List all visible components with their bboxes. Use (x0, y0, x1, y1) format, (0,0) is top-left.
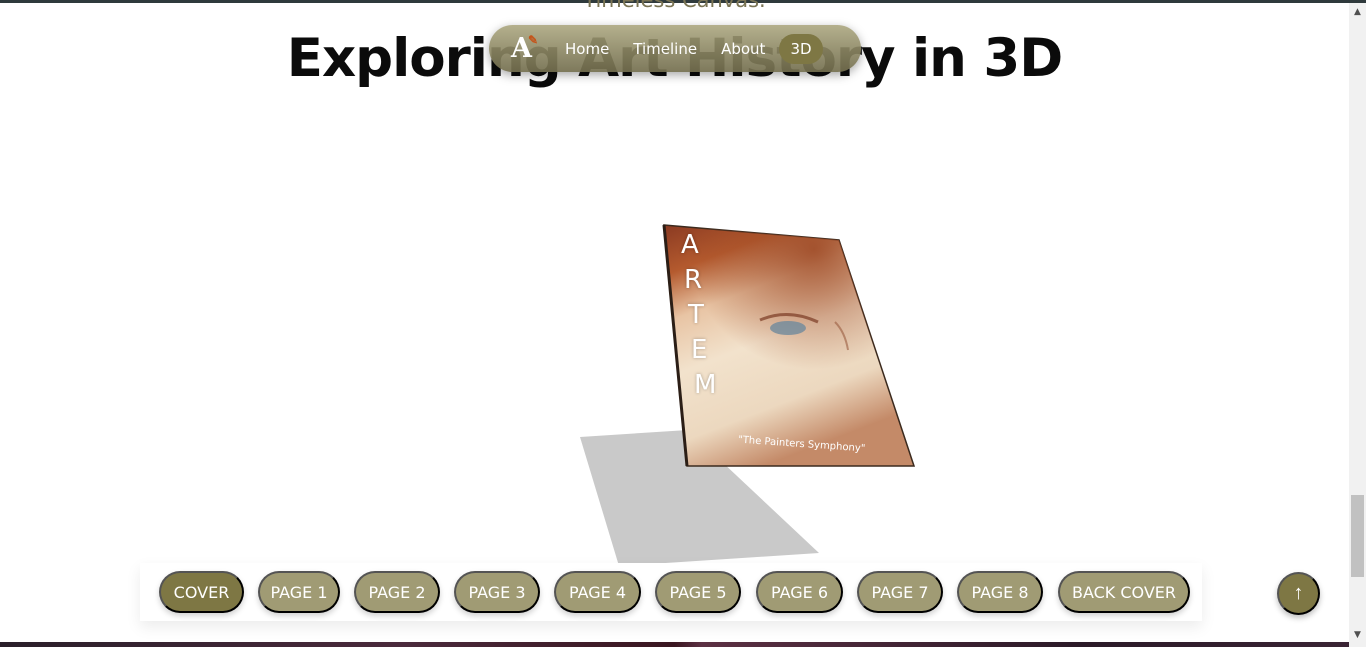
scroll-to-top-button[interactable]: ↑ (1277, 572, 1320, 615)
nav-link-about[interactable]: About (721, 40, 765, 58)
cover-letter-r: R (684, 265, 703, 295)
arrow-up-icon: ↑ (1293, 582, 1304, 604)
book-3d-viewer[interactable]: A R T E M (560, 210, 940, 580)
site-logo[interactable]: A ✎ (511, 33, 551, 64)
nav-link-timeline[interactable]: Timeline (633, 40, 697, 58)
page-button-2[interactable]: PAGE 2 (354, 571, 440, 613)
page-button-5[interactable]: PAGE 5 (655, 571, 741, 613)
page-button-7[interactable]: PAGE 7 (857, 571, 943, 613)
scroll-down-arrow-icon[interactable]: ▼ (1349, 630, 1366, 640)
page-button-cover[interactable]: COVER (159, 571, 244, 613)
page-subtitle: Timeless Canvas. (583, 0, 766, 12)
page-button-1[interactable]: PAGE 1 (258, 571, 340, 613)
cover-letter-a: A (681, 230, 699, 260)
nav-link-3d[interactable]: 3D (779, 33, 823, 64)
book-cover[interactable] (560, 210, 940, 580)
page-button-4[interactable]: PAGE 4 (554, 571, 641, 613)
brush-icon: ✎ (528, 33, 539, 47)
cover-letter-t: T (688, 300, 704, 330)
page-button-back-cover[interactable]: BACK COVER (1058, 571, 1190, 613)
next-section-peek (0, 642, 1349, 647)
top-nav: A ✎ Home Timeline About 3D (489, 25, 861, 72)
page-button-6[interactable]: PAGE 6 (756, 571, 843, 613)
scrollbar-thumb[interactable] (1351, 495, 1364, 577)
page-scrollbar[interactable]: ▲ ▼ (1349, 3, 1366, 647)
cover-letter-e: E (691, 335, 708, 365)
nav-link-home[interactable]: Home (565, 40, 609, 58)
cover-letter-m: M (694, 370, 717, 400)
page-button-3[interactable]: PAGE 3 (454, 571, 540, 613)
page-button-8[interactable]: PAGE 8 (957, 571, 1043, 613)
scroll-up-arrow-icon[interactable]: ▲ (1349, 7, 1366, 17)
